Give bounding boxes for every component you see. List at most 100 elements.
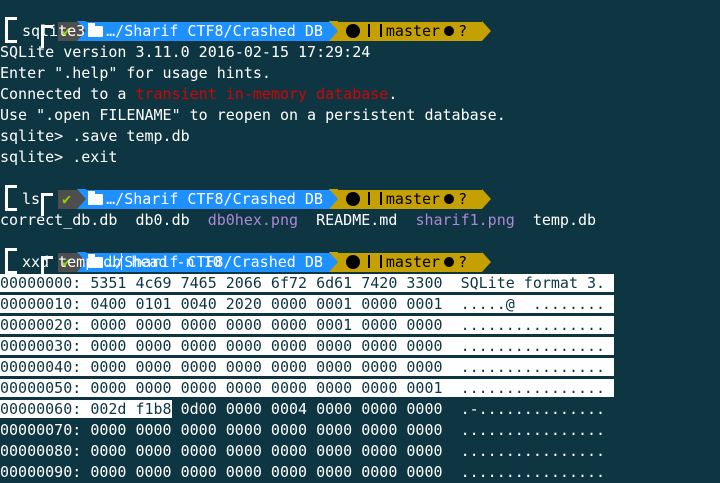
dirty-dot-icon bbox=[444, 194, 455, 204]
output-text: . bbox=[388, 85, 398, 103]
powerline-separator-icon bbox=[328, 189, 338, 209]
branch-icon bbox=[367, 24, 382, 37]
hexdump-ascii: ................ bbox=[460, 421, 606, 439]
status-ok-indicator: ✔ bbox=[58, 190, 78, 209]
file-entry: db0hex.png bbox=[207, 211, 299, 229]
hexdump-ascii: ................ bbox=[460, 463, 606, 481]
hexdump-ascii: ................ bbox=[460, 316, 606, 334]
hexdump-offset: 00000020: bbox=[0, 316, 82, 334]
hexdump-row: 00000010: 0400 0101 0040 2020 0000 0001 … bbox=[0, 294, 615, 315]
hexdump-row: 00000090: 0000 0000 0000 0000 0000 0000 … bbox=[0, 462, 605, 483]
terminal-window[interactable]: ✔ …/Sharif CTF8/Crashed DB master? sqlite3… bbox=[0, 0, 720, 483]
hexdump-offset: 00000050: bbox=[0, 379, 82, 397]
hexdump-row: 00000070: 0000 0000 0000 0000 0000 0000 … bbox=[0, 420, 605, 441]
output-line: Use ".open FILENAME" to reopen on a pers… bbox=[0, 106, 506, 124]
github-icon bbox=[345, 24, 360, 38]
hexdump-bytes: 0000 0000 0000 0000 0000 0000 0000 0001 bbox=[90, 379, 443, 397]
file-entry: temp.db bbox=[532, 211, 597, 229]
command-line[interactable]: xxd temp.db head -n 10 bbox=[0, 248, 222, 274]
git-untracked-mark: ? bbox=[458, 190, 468, 208]
hexdump-ascii: SQLite format 3. bbox=[460, 274, 606, 292]
git-segment: master? bbox=[337, 190, 483, 209]
command-text: xxd temp.db bbox=[22, 253, 122, 271]
git-untracked-mark: ? bbox=[458, 253, 468, 271]
highlighted-text: transient in-memory database bbox=[135, 85, 389, 103]
git-segment: master? bbox=[337, 253, 483, 272]
hexdump-row: 00000050: 0000 0000 0000 0000 0000 0000 … bbox=[0, 378, 615, 399]
hexdump-bytes: 002d f1b8 bbox=[90, 400, 172, 418]
powerline-separator-icon bbox=[77, 189, 87, 209]
shell-prompt: ✔ …/Sharif CTF8/Crashed DB master? bbox=[0, 168, 492, 216]
command-text: head -n 10 bbox=[122, 253, 222, 271]
hexdump-row: 00000020: 0000 0000 0000 0000 0000 0001 … bbox=[0, 315, 615, 336]
hexdump-row: 00000000: 5351 4c69 7465 2066 6f72 6d61 … bbox=[0, 273, 615, 294]
output-line: sqlite> .exit bbox=[0, 148, 118, 166]
hexdump-offset: 00000060: bbox=[0, 400, 82, 418]
branch-icon bbox=[367, 255, 382, 268]
hexdump-bytes: 0400 0101 0040 2020 0000 0001 0000 0001 bbox=[90, 295, 443, 313]
path-segment: …/Sharif CTF8/Crashed DB bbox=[86, 190, 329, 209]
output-text: Connected to a bbox=[0, 85, 136, 103]
powerline-separator-icon bbox=[482, 21, 492, 41]
hexdump-ascii: .....@ ........ bbox=[460, 295, 606, 313]
path-text: …/Sharif CTF8/Crashed DB bbox=[106, 22, 323, 40]
branch-name: master bbox=[385, 22, 441, 40]
hexdump-row: 00000060: 002d f1b8 0d00 0000 0004 0000 … bbox=[0, 399, 605, 420]
path-segment: …/Sharif CTF8/Crashed DB bbox=[86, 22, 329, 41]
command-text: ls bbox=[22, 190, 41, 208]
command-text: sqlite3 bbox=[22, 22, 86, 40]
git-segment: master? bbox=[337, 22, 483, 41]
ls-output: correct_db.db db0.db db0hex.png README.m… bbox=[0, 210, 596, 231]
folder-icon bbox=[88, 23, 104, 37]
file-entry: sharif1.png bbox=[415, 211, 515, 229]
file-entry: db0.db bbox=[135, 211, 190, 229]
hexdump-offset: 00000040: bbox=[0, 358, 82, 376]
branch-name: master bbox=[385, 253, 441, 271]
dirty-dot-icon bbox=[444, 257, 455, 267]
command-line: ls bbox=[0, 185, 41, 211]
hexdump-bytes: 0000 0000 0000 0000 0000 0000 0000 0000 bbox=[90, 463, 443, 481]
prompt-corner-icon bbox=[0, 17, 22, 43]
powerline-separator-icon bbox=[482, 252, 492, 272]
output-line: Connected to a transient in-memory datab… bbox=[0, 84, 397, 105]
file-entry: README.md bbox=[316, 211, 398, 229]
output-line: Enter ".help" for usage hints. bbox=[0, 64, 271, 82]
hexdump-bytes: 0000 0000 0000 0000 0000 0001 0000 0000 bbox=[90, 316, 443, 334]
folder-icon bbox=[88, 191, 104, 205]
hexdump-ascii: ................ bbox=[460, 379, 606, 397]
hexdump-bytes: 0000 0000 0000 0000 0000 0000 0000 0000 bbox=[90, 442, 443, 460]
file-entry: correct_db.db bbox=[0, 211, 118, 229]
hexdump-offset: 00000080: bbox=[0, 442, 82, 460]
hexdump-offset: 00000090: bbox=[0, 463, 82, 481]
shell-prompt: ✔ …/Sharif CTF8/Crashed DB master? bbox=[0, 0, 492, 48]
hexdump-row: 00000080: 0000 0000 0000 0000 0000 0000 … bbox=[0, 441, 605, 462]
hexdump-offset: 00000000: bbox=[0, 274, 82, 292]
shell-prompt: ✔ …/Sharif CTF8/Crashed DB master? bbox=[0, 231, 492, 279]
output-line: sqlite> .save temp.db bbox=[0, 127, 190, 145]
github-icon bbox=[345, 255, 360, 269]
hexdump-ascii: ................ bbox=[460, 442, 606, 460]
hexdump-offset: 00000030: bbox=[0, 337, 82, 355]
hexdump-bytes: 0000 0000 0000 0000 0000 0000 0000 0000 bbox=[90, 358, 443, 376]
hexdump-ascii: ................ bbox=[460, 358, 606, 376]
branch-icon bbox=[367, 192, 382, 205]
powerline-separator-icon bbox=[482, 189, 492, 209]
git-untracked-mark: ? bbox=[458, 22, 468, 40]
command-line: sqlite3 bbox=[0, 17, 86, 43]
hexdump-ascii: ................ bbox=[460, 337, 606, 355]
prompt-corner-icon bbox=[0, 248, 22, 274]
hexdump-row: 00000040: 0000 0000 0000 0000 0000 0000 … bbox=[0, 357, 615, 378]
prompt-corner-icon bbox=[0, 185, 22, 211]
hexdump-bytes: 0000 0000 0000 0000 0000 0000 0000 0000 bbox=[90, 337, 443, 355]
hexdump-bytes: 5351 4c69 7465 2066 6f72 6d61 7420 3300 bbox=[90, 274, 443, 292]
hexdump-ascii: .-.............. bbox=[460, 400, 606, 418]
powerline-separator-icon bbox=[328, 252, 338, 272]
hexdump-row: 00000030: 0000 0000 0000 0000 0000 0000 … bbox=[0, 336, 615, 357]
hexdump-offset: 00000010: bbox=[0, 295, 82, 313]
powerline-separator-icon bbox=[328, 21, 338, 41]
output-line: SQLite version 3.11.0 2016-02-15 17:29:2… bbox=[0, 43, 371, 61]
branch-name: master bbox=[385, 190, 441, 208]
hexdump-offset: 00000070: bbox=[0, 421, 82, 439]
dirty-dot-icon bbox=[444, 26, 455, 36]
hexdump-bytes: 0000 0000 0000 0000 0000 0000 0000 0000 bbox=[90, 421, 443, 439]
